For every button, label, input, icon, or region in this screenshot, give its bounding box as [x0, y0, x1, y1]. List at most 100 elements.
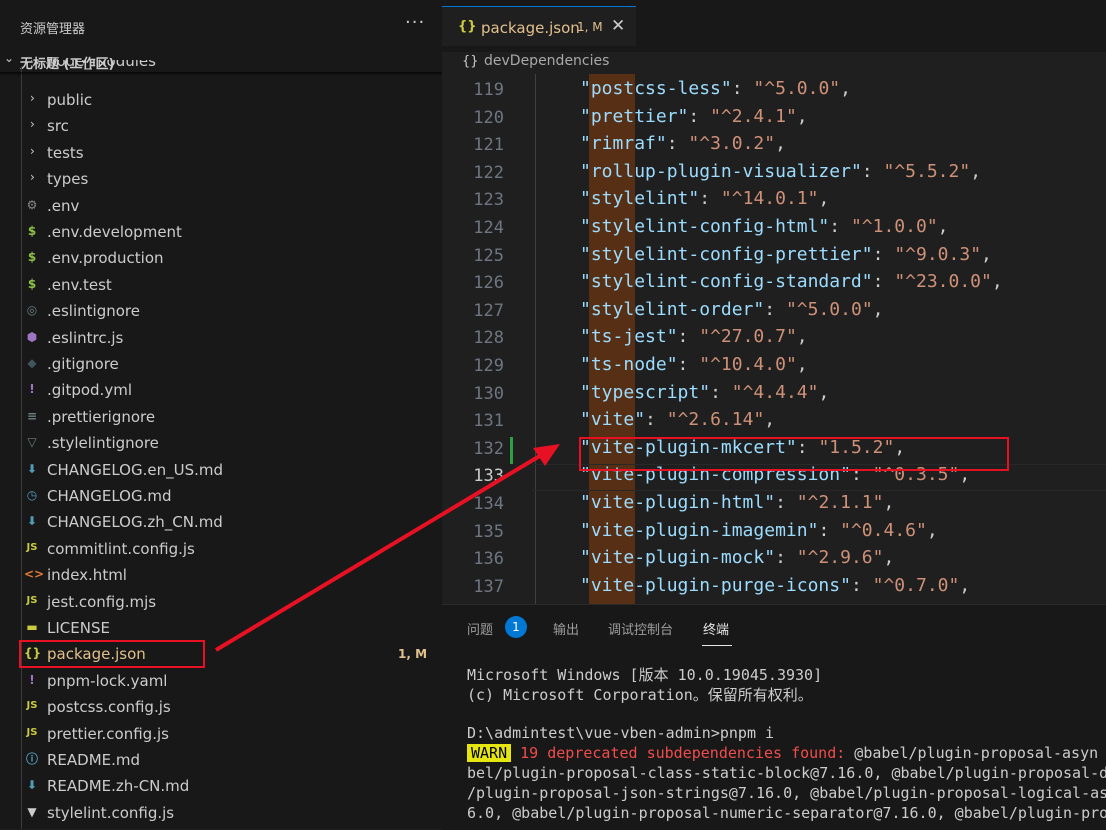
json-value: ^5.0.0 — [764, 78, 830, 99]
tab-problems[interactable]: 问题 — [467, 619, 493, 638]
active-tab-indicator — [702, 645, 732, 646]
json-value: ^4.4.4 — [742, 381, 808, 403]
tree-item-label: stylelint.config.js — [47, 803, 175, 822]
json-value: ^2.1.1 — [807, 492, 873, 513]
chevron-right-icon: › — [30, 60, 35, 65]
tree-item-label: prettier.config.js — [47, 724, 169, 743]
tree-item-label: .env.development — [47, 223, 182, 241]
line-number: 124 — [473, 218, 504, 238]
line-number: 137 — [473, 576, 504, 597]
json-key: prettier — [590, 105, 678, 127]
json-value: ^27.0.7 — [710, 326, 786, 348]
git-icon: ◆ — [27, 356, 37, 370]
tree-item-eslintrc-js[interactable]: ⬢ .eslintrc.js — [0, 325, 442, 351]
tree-item-stylelintignore[interactable]: ▽ .stylelintignore — [0, 430, 442, 456]
tree-item-eslintignore[interactable]: ◎ .eslintignore — [0, 298, 442, 324]
json-key: stylelint — [590, 188, 689, 210]
tree-item-label: LICENSE — [47, 619, 110, 637]
tree-item-changelog-zh-cn-md[interactable]: ⬇ CHANGELOG.zh_CN.md — [0, 509, 442, 535]
tree-item-src[interactable]: › src — [0, 113, 442, 139]
tree-item-index-html[interactable]: <> index.html — [0, 562, 442, 588]
line-number: 134 — [473, 494, 504, 514]
json-value: ^2.4.1 — [720, 105, 786, 127]
tree-item-prettier-config-js[interactable]: JS prettier.config.js — [0, 721, 442, 747]
tree-item-license[interactable]: ▬ LICENSE — [0, 615, 442, 641]
tree-item-commitlint-config-js[interactable]: JS commitlint.config.js — [0, 536, 442, 562]
terminal-line: /plugin-proposal-json-strings@7.16.0, @b… — [467, 784, 1106, 802]
license-icon: ▬ — [26, 620, 38, 634]
tree-item-env-test[interactable]: $ .env.test — [0, 272, 442, 298]
code-line: "typescript": "^4.4.4", — [580, 381, 830, 403]
more-actions-icon[interactable]: ··· — [405, 12, 425, 33]
json-key: rollup-plugin-visualizer — [590, 160, 851, 182]
tree-item-env-development[interactable]: $ .env.development — [0, 219, 442, 245]
tree-item-label: index.html — [47, 566, 127, 585]
json-value: ^9.0.3 — [905, 243, 971, 265]
tab-badge: 1, M — [577, 20, 603, 34]
tree-item-readme-zh-cn-md[interactable]: ⬇ README.zh-CN.md — [0, 773, 442, 799]
explorer-sidebar: 资源管理器 ··· ⌄ 无标题 (工作区) › node_modules ›pu… — [0, 0, 442, 829]
tree-item-env-production[interactable]: $ .env.production — [0, 245, 442, 271]
explorer-title: 资源管理器 — [20, 22, 86, 37]
tree-item-stylelint-config-js[interactable]: ▼ stylelint.config.js — [0, 800, 442, 826]
json-icon: {} — [462, 54, 479, 69]
tab-package-json[interactable]: {} package.json 1, M ✕ — [442, 6, 636, 46]
code-line: "prettier": "^2.4.1", — [580, 105, 808, 127]
json-key: vite-plugin-purge-icons — [590, 574, 841, 596]
explorer-header: 资源管理器 ··· — [0, 0, 442, 54]
json-value: ^14.0.1 — [731, 188, 808, 210]
tree-item-label: CHANGELOG.zh_CN.md — [47, 513, 223, 532]
tree-item-changelog-md[interactable]: ◷ CHANGELOG.md — [0, 483, 442, 509]
chevron-right-icon: › — [30, 143, 35, 158]
terminal-warn-line: WARN 19 deprecated subdependencies found… — [467, 744, 1098, 762]
json-key: vite-plugin-mock — [590, 547, 765, 569]
js-icon: JS — [26, 700, 38, 712]
yaml-icon: ! — [29, 382, 35, 397]
annotation-box-mkcert-line — [579, 437, 1009, 471]
line-number: 133 — [473, 466, 504, 487]
json-value: ^2.9.6 — [807, 547, 873, 569]
breadcrumb-item[interactable]: devDependencies — [484, 53, 609, 69]
tree-item-gitpod-yml[interactable]: ! .gitpod.yml — [0, 377, 442, 403]
annotation-box-package-json — [19, 640, 205, 668]
json-value: ^23.0.0 — [905, 271, 982, 293]
tab-terminal[interactable]: 终端 — [703, 619, 729, 638]
tree-item-public[interactable]: › public — [0, 87, 442, 113]
js-icon: JS — [26, 594, 38, 606]
tree-item-label: tests — [47, 143, 84, 162]
code-line: "stylelint-config-standard": "^23.0.0", — [580, 271, 1003, 293]
json-key: rimraf — [590, 133, 656, 155]
json-key: postcss-less — [590, 78, 721, 99]
json-key: vite-plugin-html — [590, 492, 765, 513]
html-icon: <> — [24, 567, 45, 582]
code-line: "vite-plugin-mock": "^2.9.6", — [580, 547, 895, 569]
tree-item-changelog-en-us-md[interactable]: ⬇ CHANGELOG.en_US.md — [0, 457, 442, 483]
tab-output[interactable]: 输出 — [553, 619, 579, 638]
tree-item-pnpm-lock-yaml[interactable]: ! pnpm-lock.yaml — [0, 668, 442, 694]
close-icon[interactable]: ✕ — [611, 16, 625, 36]
code-editor[interactable]: 119 "postcss-less": "^5.0.0", 120 "prettier… — [442, 74, 1106, 604]
terminal-prompt: D:\admintest\vue-vben-admin>pnpm i — [467, 724, 775, 742]
code-line: "stylelint-order": "^5.0.0", — [580, 298, 884, 320]
code-line: "rimraf": "^3.0.2", — [580, 133, 786, 155]
line-number: 136 — [473, 549, 504, 570]
code-line: "vite-plugin-purge-icons": "^0.7.0", — [580, 574, 971, 596]
tab-debug-console[interactable]: 调试控制台 — [608, 619, 673, 638]
line-number: 130 — [473, 383, 504, 404]
json-value: ^1.0.0 — [861, 216, 927, 237]
chevron-right-icon: › — [30, 170, 35, 185]
line-number: 132 — [473, 438, 504, 459]
code-line: "stylelint-config-prettier": "^9.0.3", — [580, 243, 992, 265]
markdown-icon: ⬇ — [26, 778, 38, 793]
tree-item-postcss-config-js[interactable]: JS postcss.config.js — [0, 694, 442, 720]
tree-item-tests[interactable]: › tests — [0, 140, 442, 166]
tree-item-gitignore[interactable]: ◆ .gitignore — [0, 351, 442, 377]
tree-item-env[interactable]: ⚙ .env — [0, 193, 442, 219]
tree-item-readme-md[interactable]: ⓘ README.md — [0, 747, 442, 773]
tree-item-jest-config-mjs[interactable]: JS jest.config.mjs — [0, 589, 442, 615]
markdown-icon: ⬇ — [26, 461, 38, 476]
stylelint-icon: ▽ — [27, 435, 37, 450]
git-modified-gutter-mark — [510, 436, 513, 464]
tree-item-prettierignore[interactable]: ≡ .prettierignore — [0, 404, 442, 430]
tree-item-types[interactable]: › types — [0, 166, 442, 192]
